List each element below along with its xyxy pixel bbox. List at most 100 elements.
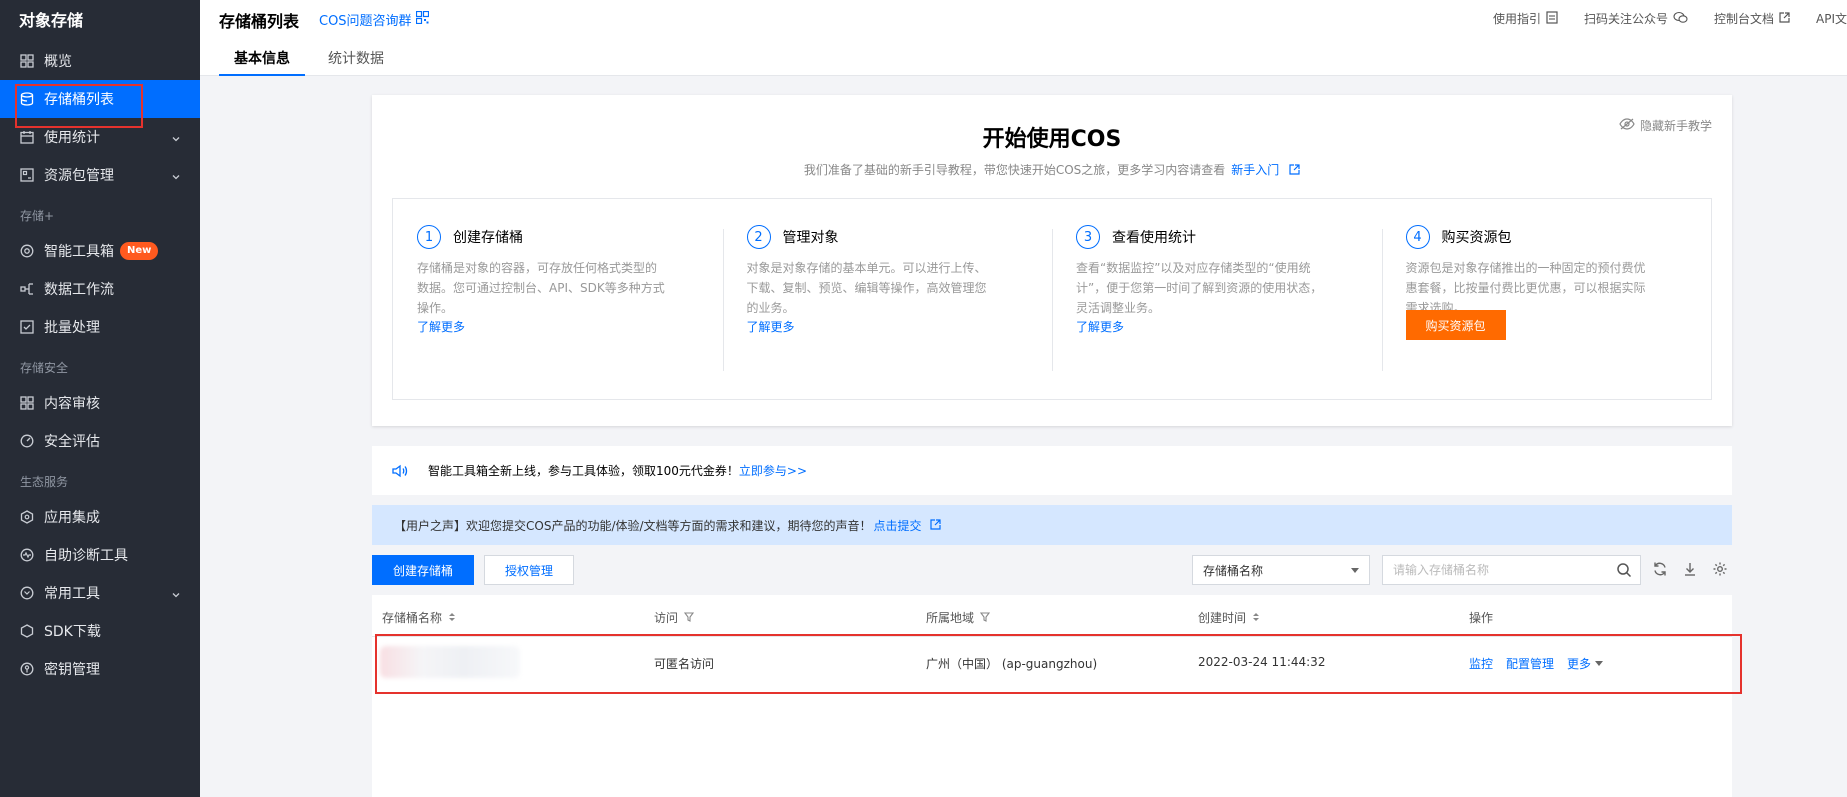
sidebar-item-sdk-download[interactable]: SDK下载 (0, 612, 200, 650)
region-cell: 广州（中国） (ap-guangzhou) (926, 657, 1098, 671)
sidebar-section-storage-security: 存储安全 (20, 361, 69, 375)
monitor-link[interactable]: 监控 (1469, 657, 1493, 671)
usage-guide-link[interactable]: 使用指引 (1493, 10, 1558, 27)
search-icon[interactable] (1616, 562, 1632, 582)
key-icon (20, 662, 34, 676)
column-header-label: 存储桶名称 (382, 611, 443, 625)
sidebar-item-batch-processing[interactable]: 批量处理 (0, 308, 200, 346)
beginner-link[interactable]: 新手入门 (1231, 163, 1279, 177)
qrcode-icon (415, 10, 429, 28)
sidebar-item-bucket-list[interactable]: 存储桶列表 (0, 80, 200, 118)
learn-more-link[interactable]: 了解更多 (417, 318, 465, 335)
caret-down-icon (1595, 661, 1604, 666)
sidebar-item-label: 应用集成 (44, 510, 100, 526)
column-header-name[interactable]: 存储桶名称 (382, 609, 456, 626)
filter-icon[interactable] (683, 611, 695, 625)
new-badge: New (120, 242, 159, 260)
table-row: 可匿名访问 广州（中国） (ap-guangzhou) 2022-03-24 1… (372, 638, 1732, 688)
learn-more-link[interactable]: 了解更多 (1076, 318, 1124, 335)
tab-statistics[interactable]: 统计数据 (313, 44, 399, 76)
grid-icon (20, 54, 34, 68)
search-field-select[interactable]: 存储桶名称 (1192, 555, 1370, 585)
hide-guide-label: 隐藏新手教学 (1639, 119, 1712, 133)
more-label: 更多 (1567, 657, 1592, 671)
sidebar-item-common-tools[interactable]: 常用工具 (0, 574, 200, 612)
external-link-icon (922, 518, 941, 532)
auth-management-button[interactable]: 授权管理 (484, 555, 574, 585)
settings-gear-icon[interactable] (1712, 561, 1728, 581)
page-header: 存储桶列表 COS问题咨询群 使用指引 扫码关注公众号 控制台文档 API文 基… (200, 0, 1847, 76)
page-title: 存储桶列表 (219, 12, 300, 31)
column-header-region[interactable]: 所属地域 (926, 609, 991, 626)
sidebar-item-app-integration[interactable]: 应用集成 (0, 498, 200, 536)
sidebar-item-label: 内容审核 (44, 396, 100, 412)
sidebar-item-label: 存储桶列表 (44, 92, 114, 108)
sort-icon[interactable] (448, 611, 456, 625)
created-time-cell: 2022-03-24 11:44:32 (1198, 655, 1326, 669)
toolbox-notice: 智能工具箱全新上线，参与工具体验，领取100元代金券！ 立即参与>> (372, 446, 1732, 495)
external-link-icon (1779, 11, 1790, 26)
sidebar-item-label: 安全评估 (44, 434, 100, 450)
guide-step: 3 查看使用统计 查看“数据监控”以及对应存储类型的“使用统计”，便于您第一时间了… (1052, 199, 1382, 399)
step-title: 查看使用统计 (1112, 230, 1196, 246)
config-management-link[interactable]: 配置管理 (1506, 657, 1554, 671)
buy-package-button[interactable]: 购买资源包 (1405, 310, 1506, 340)
sidebar-item-overview[interactable]: 概览 (0, 42, 200, 80)
column-header-label: 所属地域 (926, 611, 975, 625)
sidebar-item-package-mgmt[interactable]: 资源包管理 (0, 156, 200, 194)
bucket-name-redacted[interactable] (380, 646, 520, 678)
sidebar-item-label: 智能工具箱 (44, 244, 114, 260)
sidebar-item-usage-stats[interactable]: 使用统计 (0, 118, 200, 156)
sidebar-item-toolbox[interactable]: 智能工具箱 New (0, 232, 200, 270)
sidebar-item-security-assessment[interactable]: 安全评估 (0, 422, 200, 460)
follow-wechat-link[interactable]: 扫码关注公众号 (1584, 10, 1688, 27)
grid-icon (20, 396, 34, 410)
column-header-created[interactable]: 创建时间 (1198, 609, 1260, 626)
table-header: 存储桶名称 访问 所属地域 创建时间 操作 (372, 595, 1732, 637)
user-voice-bar: 【用户之声】欢迎您提交COS产品的功能/体验/文档等方面的需求和建议，期待您的声… (372, 505, 1732, 545)
guide-steps: 1 创建存储桶 存储桶是对象的容器，可存放任何格式类型的数据。您可通过控制台、AP… (392, 198, 1712, 400)
sidebar-section-ecosystem: 生态服务 (20, 475, 69, 489)
join-now-link[interactable]: 立即参与>> (739, 462, 807, 479)
tools-icon (20, 586, 34, 600)
step-title: 购买资源包 (1441, 230, 1512, 246)
eye-off-icon (1619, 118, 1635, 133)
download-icon[interactable] (1682, 561, 1698, 581)
follow-wechat-label: 扫码关注公众号 (1583, 12, 1668, 26)
filter-icon[interactable] (979, 611, 991, 625)
cos-group-link[interactable]: COS问题咨询群 (319, 10, 429, 29)
access-cell: 可匿名访问 (654, 657, 715, 671)
step-number: 2 (746, 225, 771, 249)
sidebar-item-data-workflow[interactable]: 数据工作流 (0, 270, 200, 308)
chevron-down-icon (172, 587, 180, 603)
search-input[interactable] (1383, 556, 1603, 584)
sidebar-item-self-diagnosis[interactable]: 自助诊断工具 (0, 536, 200, 574)
sidebar-title: 对象存储 (19, 11, 84, 30)
console-docs-link[interactable]: 控制台文档 (1714, 10, 1790, 27)
step-header: 3 查看使用统计 (1076, 225, 1358, 249)
sort-icon[interactable] (1252, 611, 1260, 625)
sidebar: 对象存储 概览 存储桶列表 使用统计 资源包管理 存储+ 智能工具箱 New 数… (0, 0, 200, 797)
sidebar-item-label: SDK下载 (44, 624, 101, 640)
sdk-icon (20, 624, 34, 638)
sidebar-item-key-management[interactable]: 密钥管理 (0, 650, 200, 688)
speaker-icon (392, 464, 408, 478)
step-title: 管理对象 (782, 230, 839, 246)
create-bucket-button[interactable]: 创建存储桶 (372, 555, 474, 585)
column-header-access[interactable]: 访问 (654, 609, 695, 626)
chevron-down-icon (172, 131, 180, 147)
hide-guide-button[interactable]: 隐藏新手教学 (1619, 117, 1712, 134)
refresh-icon[interactable] (1652, 561, 1668, 581)
sidebar-item-content-review[interactable]: 内容审核 (0, 384, 200, 422)
caret-down-icon (1351, 568, 1359, 573)
tab-basic-info[interactable]: 基本信息 (219, 44, 305, 76)
more-dropdown[interactable]: 更多 (1567, 657, 1604, 671)
tab-bar: 基本信息 统计数据 (219, 44, 407, 76)
column-header-label: 操作 (1469, 611, 1494, 625)
submit-feedback-link[interactable]: 点击提交 (874, 517, 922, 534)
document-icon (1546, 10, 1558, 27)
step-title: 创建存储桶 (453, 230, 523, 246)
guide-subtitle: 我们准备了基础的新手引导教程，带您快速开始COS之旅，更多学习内容请查看 新手入门 (372, 161, 1732, 178)
learn-more-link[interactable]: 了解更多 (747, 318, 795, 335)
api-docs-link[interactable]: API文 (1816, 10, 1847, 27)
